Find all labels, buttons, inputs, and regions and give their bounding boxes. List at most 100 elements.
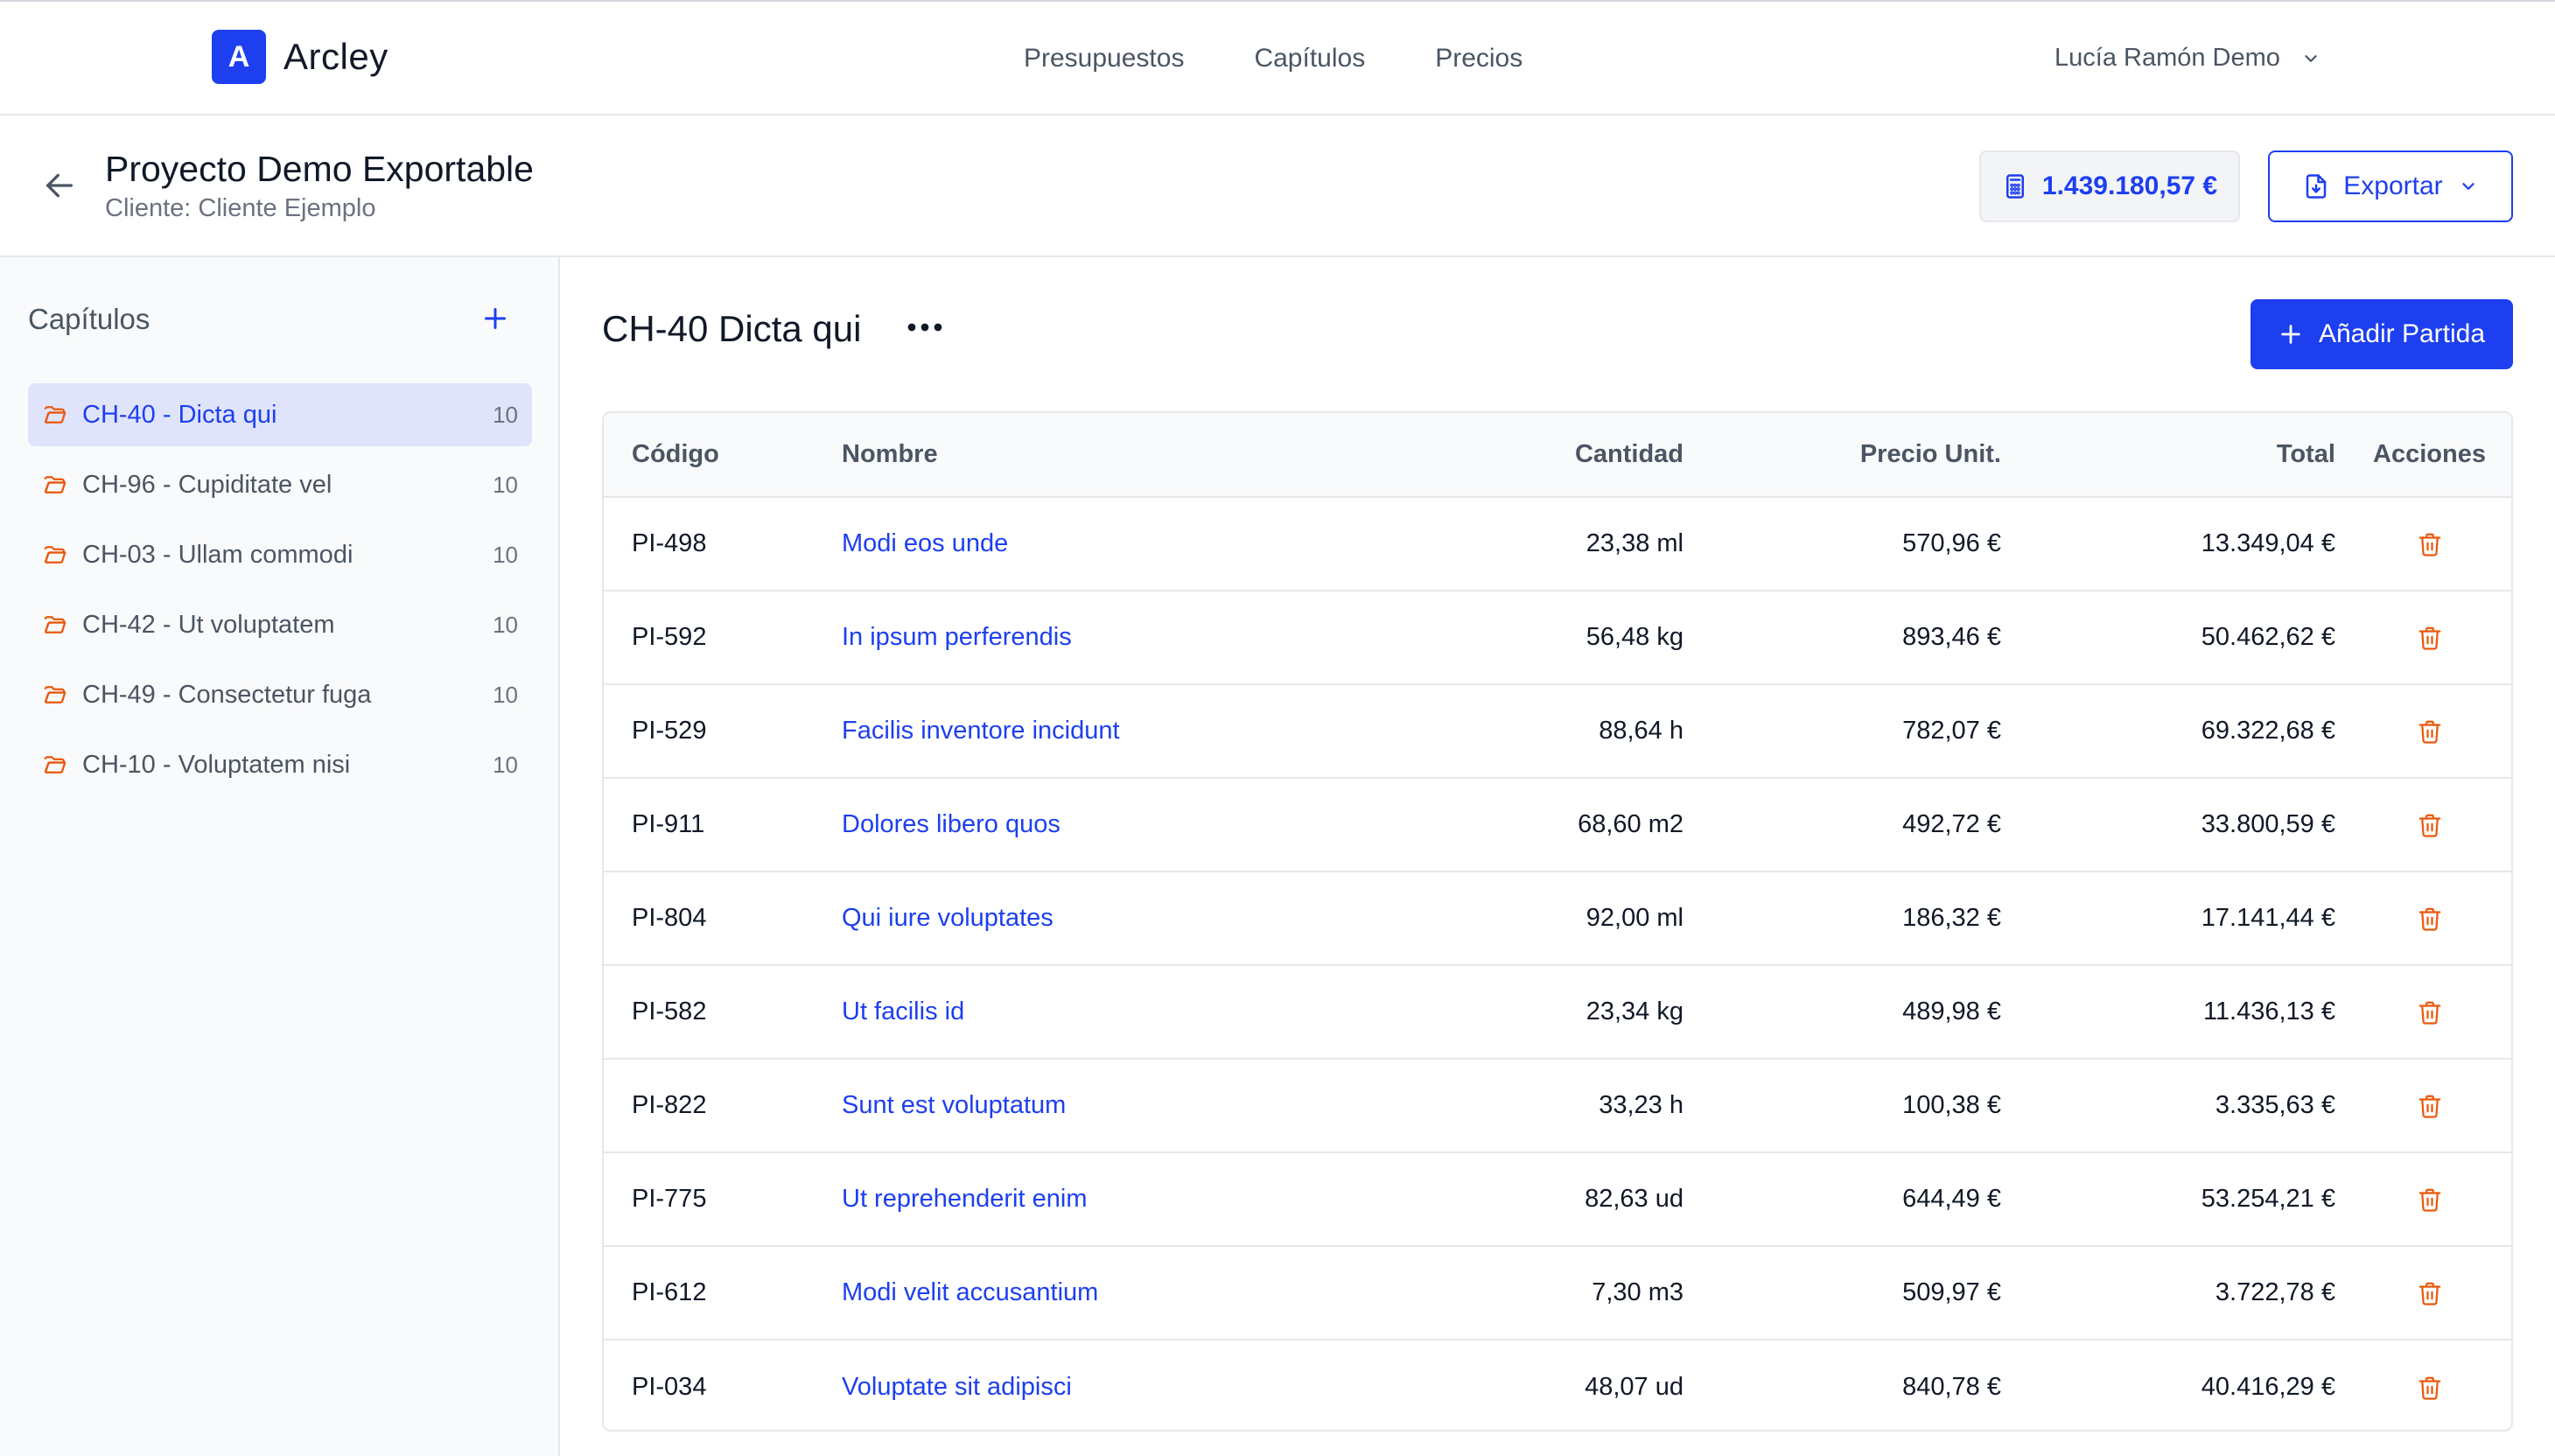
folder-icon — [42, 402, 68, 428]
more-options-icon[interactable] — [903, 310, 947, 345]
item-unit-price: 840,78 € — [1902, 1372, 2001, 1401]
chapter-count: 10 — [493, 401, 518, 428]
folder-icon — [42, 542, 68, 568]
table-row: PI-775 Ut reprehenderit enim 82,63 ud 644,4… — [604, 1152, 2511, 1247]
chapter-label: CH-40 - Dicta qui — [82, 400, 277, 429]
item-total: 50.462,62 € — [2010, 591, 2344, 685]
chapter-count: 10 — [493, 471, 518, 498]
item-name-link[interactable]: Ut reprehenderit enim — [842, 1185, 1087, 1213]
item-name-link-cell: Modi velit accusantium — [842, 1246, 1314, 1340]
actions-cell — [2344, 778, 2511, 872]
item-quantity: 68,60 m2 — [1314, 778, 1690, 872]
back-arrow-icon[interactable] — [42, 168, 77, 203]
item-name-link[interactable]: Modi velit accusantium — [842, 1278, 1098, 1306]
item-name-link-cell: Ut reprehenderit enim — [842, 1152, 1314, 1247]
item-total: 13.349,04 € — [2010, 497, 2344, 592]
item-quantity: 56,48 kg — [1314, 591, 1690, 685]
chapter-label: CH-49 - Consectetur fuga — [82, 680, 372, 709]
item-name-link[interactable]: Dolores libero quos — [842, 810, 1060, 838]
item-unit-price: 644,49 € — [1690, 1152, 2010, 1247]
sidebar-chapter-item[interactable]: CH-42 - Ut voluptatem 10 — [28, 593, 532, 656]
item-name-link-cell: Sunt est voluptatum — [842, 1059, 1314, 1153]
col-header-precio[interactable]: Precio Unit. — [1690, 413, 2010, 498]
project-header: Proyecto Demo Exportable Cliente: Client… — [0, 116, 2555, 257]
item-name-link[interactable]: Modi eos unde — [842, 529, 1008, 557]
nav-link-capitulos[interactable]: Capítulos — [1254, 44, 1365, 74]
trash-icon[interactable] — [2417, 1186, 2443, 1213]
item-code: PI-582 — [604, 965, 842, 1060]
item-unit-price: 186,32 € — [1690, 872, 2010, 966]
chapter-label: CH-10 - Voluptatem nisi — [82, 750, 351, 779]
folder-icon — [42, 472, 68, 498]
item-unit-price: 100,38 € — [1690, 1059, 2010, 1153]
col-header-acciones: Acciones — [2344, 413, 2511, 498]
col-header-codigo[interactable]: Código — [604, 413, 842, 498]
sidebar-chapter-item[interactable]: CH-10 - Voluptatem nisi 10 — [28, 733, 532, 796]
trash-icon[interactable] — [2417, 625, 2443, 651]
table-body: PI-498 Modi eos unde 23,38 ml 570,96 €13.34… — [604, 497, 2511, 1430]
add-chapter-icon[interactable] — [480, 303, 511, 334]
nav-link-precios[interactable]: Precios — [1435, 44, 1522, 74]
item-unit-price: 570,96 € — [1690, 497, 2010, 592]
trash-icon[interactable] — [2417, 718, 2443, 745]
add-item-button[interactable]: Añadir Partida — [2250, 299, 2513, 369]
item-name-link[interactable]: In ipsum perferendis — [842, 623, 1072, 651]
item-code: PI-592 — [604, 591, 842, 685]
brand[interactable]: A Arcley — [212, 30, 388, 84]
trash-icon[interactable] — [2417, 1375, 2443, 1401]
item-quantity: 23,34 kg — [1314, 965, 1690, 1060]
file-download-icon — [2306, 174, 2327, 199]
trash-icon[interactable] — [2417, 999, 2443, 1026]
actions-cell — [2344, 684, 2511, 779]
item-unit-price: 492,72 € — [1690, 778, 2010, 872]
item-name-link[interactable]: Sunt est voluptatum — [842, 1091, 1066, 1119]
item-name-link-cell: Voluptate sit adipisci — [842, 1340, 1314, 1430]
chapter-title: CH-40 Dicta qui — [602, 308, 862, 349]
sidebar-chapter-item[interactable]: CH-03 - Ullam commodi 10 — [28, 523, 532, 586]
col-header-cantidad[interactable]: Cantidad — [1314, 413, 1690, 498]
col-header-total[interactable]: Total — [2010, 413, 2344, 498]
table-row: PI-529 Facilis inventore incidunt 88,64 h7… — [604, 684, 2511, 779]
chapter-count: 10 — [493, 611, 518, 638]
trash-icon[interactable] — [2417, 1280, 2443, 1306]
calculator-icon — [2006, 174, 2024, 199]
trash-icon[interactable] — [2417, 812, 2443, 838]
main-content: CH-40 Dicta qui Añadir Partida Código No… — [560, 257, 2555, 1456]
user-menu[interactable]: Lucía Ramón Demo — [2054, 44, 2320, 73]
sidebar-chapter-item[interactable]: CH-40 - Dicta qui 10 — [28, 383, 532, 446]
sidebar-chapter-item[interactable]: CH-49 - Consectetur fuga 10 — [28, 663, 532, 726]
actions-cell — [2344, 1246, 2511, 1340]
item-name-link[interactable]: Voluptate sit adipisci — [842, 1373, 1072, 1401]
export-button[interactable]: Exportar — [2268, 150, 2513, 222]
item-code: PI-822 — [604, 1059, 842, 1153]
item-total: 17.141,44 € — [2010, 872, 2344, 966]
table-row: PI-612 Modi velit accusantium 7,30 m3 509,9… — [604, 1246, 2511, 1340]
item-code: PI-498 — [604, 497, 842, 592]
item-quantity: 92,00 ml — [1314, 872, 1690, 966]
item-quantity: 23,38 ml — [1314, 497, 1690, 592]
item-total: 3.722,78 € — [2010, 1246, 2344, 1340]
trash-icon[interactable] — [2417, 1093, 2443, 1119]
trash-icon[interactable] — [2417, 531, 2443, 557]
sidebar-heading: Capítulos — [28, 303, 150, 335]
item-name-link-cell: Dolores libero quos — [842, 778, 1314, 872]
item-name-link[interactable]: Qui iure voluptates — [842, 904, 1054, 932]
item-total: 33.800,59 € — [2010, 778, 2344, 872]
item-quantity: 88,64 h — [1314, 684, 1690, 779]
item-name-link[interactable]: Ut facilis id — [842, 998, 964, 1026]
nav-link-presupuestos[interactable]: Presupuestos — [1024, 44, 1184, 74]
folder-icon — [42, 752, 68, 778]
table-row: PI-498 Modi eos unde 23,38 ml 570,96 €13.34… — [604, 497, 2511, 592]
sidebar-chapter-item[interactable]: CH-96 - Cupiditate vel 10 — [28, 453, 532, 516]
chapter-list: CH-40 - Dicta qui 10 CH-96 - Cupiditate ve… — [28, 383, 532, 803]
trash-icon[interactable] — [2417, 906, 2443, 932]
folder-icon — [42, 612, 68, 638]
item-total: 3.335,63 € — [2010, 1059, 2344, 1153]
chapter-label: CH-03 - Ullam commodi — [82, 540, 354, 569]
table-row: PI-822 Sunt est voluptatum 33,23 h 100,38 €… — [604, 1059, 2511, 1153]
col-header-nombre[interactable]: Nombre — [842, 413, 1314, 498]
item-unit-price: 489,98 € — [1690, 965, 2010, 1060]
item-total: 69.322,68 € — [2010, 684, 2344, 779]
folder-icon — [42, 682, 68, 708]
item-name-link[interactable]: Facilis inventore incidunt — [842, 717, 1120, 745]
